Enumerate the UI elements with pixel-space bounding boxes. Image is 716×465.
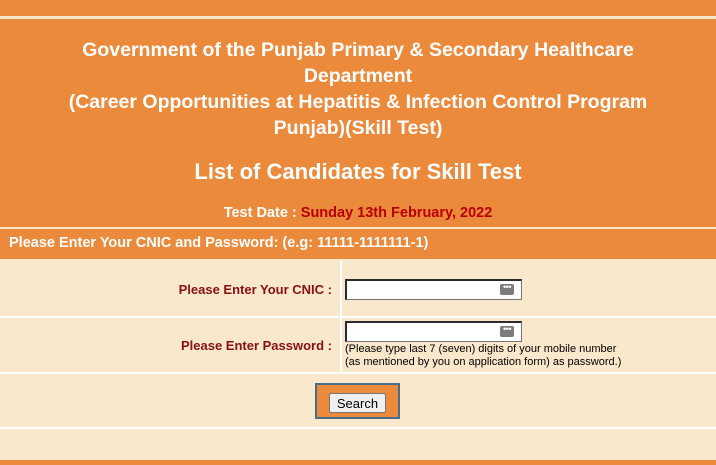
key-dots-icon[interactable]: ••• bbox=[500, 283, 514, 295]
title-line-3: (Career Opportunities at Hepatitis & Inf… bbox=[68, 91, 648, 113]
bottom-decorative-bar bbox=[0, 460, 716, 465]
password-input[interactable] bbox=[345, 321, 522, 342]
password-hint-line-2: (as mentioned by you on application form… bbox=[345, 355, 622, 368]
test-date: Test Date : Sunday 13th February, 2022 bbox=[0, 204, 716, 222]
row-divider bbox=[0, 372, 716, 374]
cnic-label: Please Enter Your CNIC : bbox=[178, 282, 332, 297]
column-divider bbox=[340, 318, 342, 372]
page-title: Government of the Punjab Primary & Secon… bbox=[0, 37, 716, 141]
instruction-bar: Please Enter Your CNIC and Password: (e.… bbox=[0, 229, 716, 259]
password-hint-line-1: (Please type last 7 (seven) digits of yo… bbox=[345, 343, 617, 355]
search-button-frame: Search bbox=[315, 383, 400, 419]
test-date-value: Sunday 13th February, 2022 bbox=[300, 205, 493, 221]
page-header: Government of the Punjab Primary & Secon… bbox=[0, 19, 716, 227]
title-line-1: Government of the Punjab Primary & Secon… bbox=[82, 39, 634, 61]
cnic-input[interactable] bbox=[345, 279, 522, 300]
key-dots-icon[interactable]: ••• bbox=[500, 325, 514, 337]
top-decorative-bar bbox=[0, 0, 716, 16]
password-hint: (Please type last 7 (seven) digits of yo… bbox=[345, 343, 621, 368]
search-button[interactable]: Search bbox=[329, 393, 386, 413]
row-divider bbox=[0, 427, 716, 429]
row-divider bbox=[0, 316, 716, 318]
title-line-2: Department bbox=[303, 65, 413, 87]
page-subtitle: List of Candidates for Skill Test bbox=[194, 159, 522, 184]
login-form: Please Enter Your CNIC : ••• Please Ente… bbox=[0, 261, 716, 454]
title-line-4: Punjab)(Skill Test) bbox=[273, 117, 443, 139]
test-date-label: Test Date : bbox=[223, 205, 297, 221]
column-divider bbox=[340, 261, 342, 316]
password-label: Please Enter Password : bbox=[180, 338, 332, 353]
